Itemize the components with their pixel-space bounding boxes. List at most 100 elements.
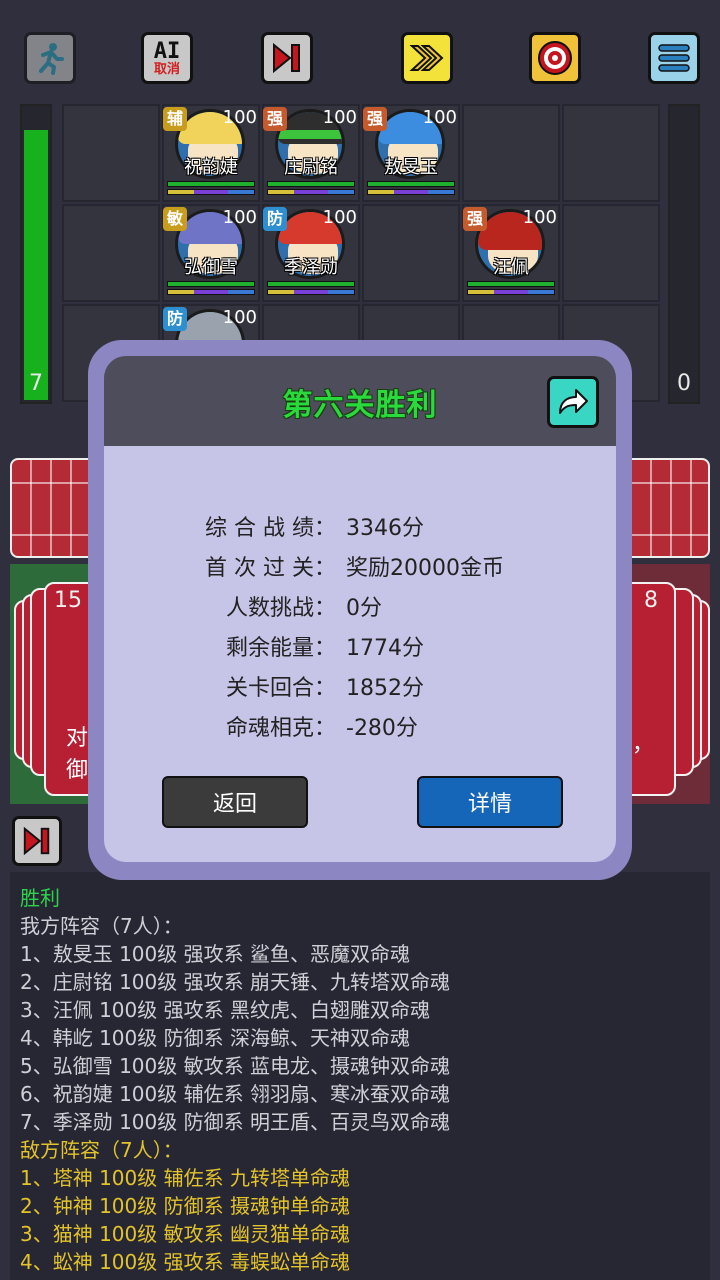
log-line: 3、猫神 100级 敏攻系 幽灵猫单命魂	[20, 1222, 350, 1246]
log-line: 2、钟神 100级 防御系 摄魂钟单命魂	[20, 1194, 350, 1218]
fast-forward-button[interactable]	[401, 32, 453, 84]
grid-cell[interactable]	[562, 104, 660, 202]
hero-hp-bar	[467, 281, 555, 287]
grid-cell[interactable]	[362, 204, 460, 302]
hero-name: 祝韵婕	[184, 157, 238, 178]
target-icon	[538, 41, 572, 75]
double-chevron-icon	[409, 45, 444, 71]
log-result: 胜利	[20, 886, 60, 910]
hero-name: 汪佩	[493, 257, 529, 278]
hero-level: 100	[222, 107, 257, 128]
target-button[interactable]	[529, 32, 581, 84]
enemy-energy-bar: 0	[668, 104, 700, 404]
hero-level: 100	[222, 207, 257, 228]
log-line: 7、季泽勋 100级 防御系 明王盾、百灵鸟双命魂	[20, 1110, 450, 1134]
log-line: 4、蚣神 100级 强攻系 毒蜈蚣单命魂	[20, 1250, 350, 1274]
enemy-card-text: ，	[632, 732, 655, 757]
menu-button[interactable]	[648, 32, 700, 84]
share-arrow-icon	[559, 389, 588, 414]
hero-unit[interactable]: 敏 100 弘御雪	[163, 205, 259, 301]
ally-card-text: 御	[66, 758, 89, 783]
stat-row: 命魂相克： -280分	[104, 710, 616, 750]
hero-name: 弘御雪	[184, 257, 238, 278]
hero-energy-bar	[467, 289, 555, 295]
skip-button[interactable]	[12, 816, 62, 866]
stat-value: 3346分	[346, 516, 424, 541]
ally-card-text: 对	[66, 726, 89, 751]
hero-class-tag: 强	[463, 207, 487, 231]
hero-energy-bar	[167, 189, 255, 195]
log-line: 1、敖旻玉 100级 强攻系 鲨鱼、恶魔双命魂	[20, 942, 410, 966]
ally-energy-value: 7	[29, 371, 43, 396]
grid-cell[interactable]	[62, 104, 160, 202]
ally-deck-count: 15	[54, 588, 82, 613]
stat-label: 综 合 战 绩：	[205, 516, 336, 541]
stat-label: 关卡回合：	[225, 676, 336, 701]
log-line: 2、庄尉铭 100级 强攻系 崩天锤、九转塔双命魂	[20, 970, 450, 994]
stat-row: 剩余能量： 1774分	[104, 630, 616, 670]
ai-cancel-button[interactable]: AI 取消	[141, 32, 193, 84]
details-button[interactable]: 详情	[417, 776, 563, 828]
skip-turn-button[interactable]	[261, 32, 313, 84]
stat-value: 0分	[346, 596, 382, 621]
stat-row: 关卡回合： 1852分	[104, 670, 616, 710]
log-enemy-header: 敌方阵容（7人）：	[20, 1138, 183, 1162]
share-button[interactable]	[547, 376, 599, 428]
hero-name: 敖旻玉	[384, 157, 438, 178]
hero-class-tag: 强	[263, 107, 287, 131]
run-button[interactable]	[24, 32, 76, 84]
hero-energy-bar	[367, 189, 455, 195]
hero-unit[interactable]: 辅 100 祝韵婕	[163, 105, 259, 201]
log-line: 6、祝韵婕 100级 辅佐系 翎羽扇、寒冰蚕双命魂	[20, 1082, 450, 1106]
ai-label: AI	[153, 38, 181, 64]
hero-hp-bar	[167, 181, 255, 187]
grid-cell[interactable]	[462, 104, 560, 202]
stat-label: 人数挑战：	[225, 596, 336, 621]
cancel-label: 取消	[153, 61, 180, 77]
hero-level: 100	[222, 307, 257, 328]
log-line: 1、塔神 100级 辅佐系 九转塔单命魂	[20, 1166, 350, 1190]
grid-cell[interactable]	[62, 204, 160, 302]
hero-unit[interactable]: 强 100 敖旻玉	[363, 105, 459, 201]
hero-hp-bar	[367, 181, 455, 187]
ally-energy-fill	[24, 130, 48, 400]
stat-value: 奖励20000金币	[346, 556, 504, 581]
hero-hp-bar	[267, 281, 355, 287]
stat-value: -280分	[346, 716, 418, 741]
play-skip-icon	[23, 826, 50, 856]
grid-cell[interactable]	[562, 204, 660, 302]
log-line: 3、汪佩 100级 强攻系 黑纹虎、白翅雕双命魂	[20, 998, 430, 1022]
hero-class-tag: 辅	[163, 107, 187, 131]
hero-energy-bar	[167, 289, 255, 295]
stat-label: 剩余能量：	[225, 636, 336, 661]
log-ally-header: 我方阵容（7人）：	[20, 914, 183, 938]
hero-class-tag: 防	[263, 207, 287, 231]
hero-class-tag: 防	[163, 307, 187, 331]
ally-energy-bar: 7	[20, 104, 52, 404]
hero-level: 100	[322, 107, 357, 128]
hero-hp-bar	[167, 281, 255, 287]
stat-label: 命魂相克：	[225, 716, 336, 741]
hero-class-tag: 强	[363, 107, 387, 131]
hero-name: 季泽勋	[284, 257, 338, 278]
stat-row: 综 合 战 绩： 3346分	[104, 510, 616, 550]
hero-hp-bar	[267, 181, 355, 187]
hero-class-tag: 敏	[163, 207, 187, 231]
battle-log[interactable]: 胜利 我方阵容（7人）： 1、敖旻玉 100级 强攻系 鲨鱼、恶魔双命魂 2、庄…	[10, 872, 710, 1280]
log-line: 5、弘御雪 100级 敏攻系 蓝电龙、摄魂钟双命魂	[20, 1054, 450, 1078]
stat-row: 首 次 过 关： 奖励20000金币	[104, 550, 616, 590]
back-button[interactable]: 返回	[162, 776, 308, 828]
hero-level: 100	[322, 207, 357, 228]
hero-unit[interactable]: 强 100 庄尉铭	[263, 105, 359, 201]
running-man-icon	[39, 43, 64, 75]
hero-energy-bar	[267, 289, 355, 295]
hamburger-menu-icon	[658, 44, 690, 72]
hero-level: 100	[422, 107, 457, 128]
hero-unit[interactable]: 防 100 季泽勋	[263, 205, 359, 301]
enemy-deck-count: 8	[644, 588, 658, 613]
stat-label: 首 次 过 关：	[205, 556, 336, 581]
hero-energy-bar	[267, 189, 355, 195]
enemy-energy-value: 0	[677, 371, 691, 396]
hero-unit[interactable]: 强 100 汪佩	[463, 205, 559, 301]
stat-value: 1774分	[346, 636, 424, 661]
